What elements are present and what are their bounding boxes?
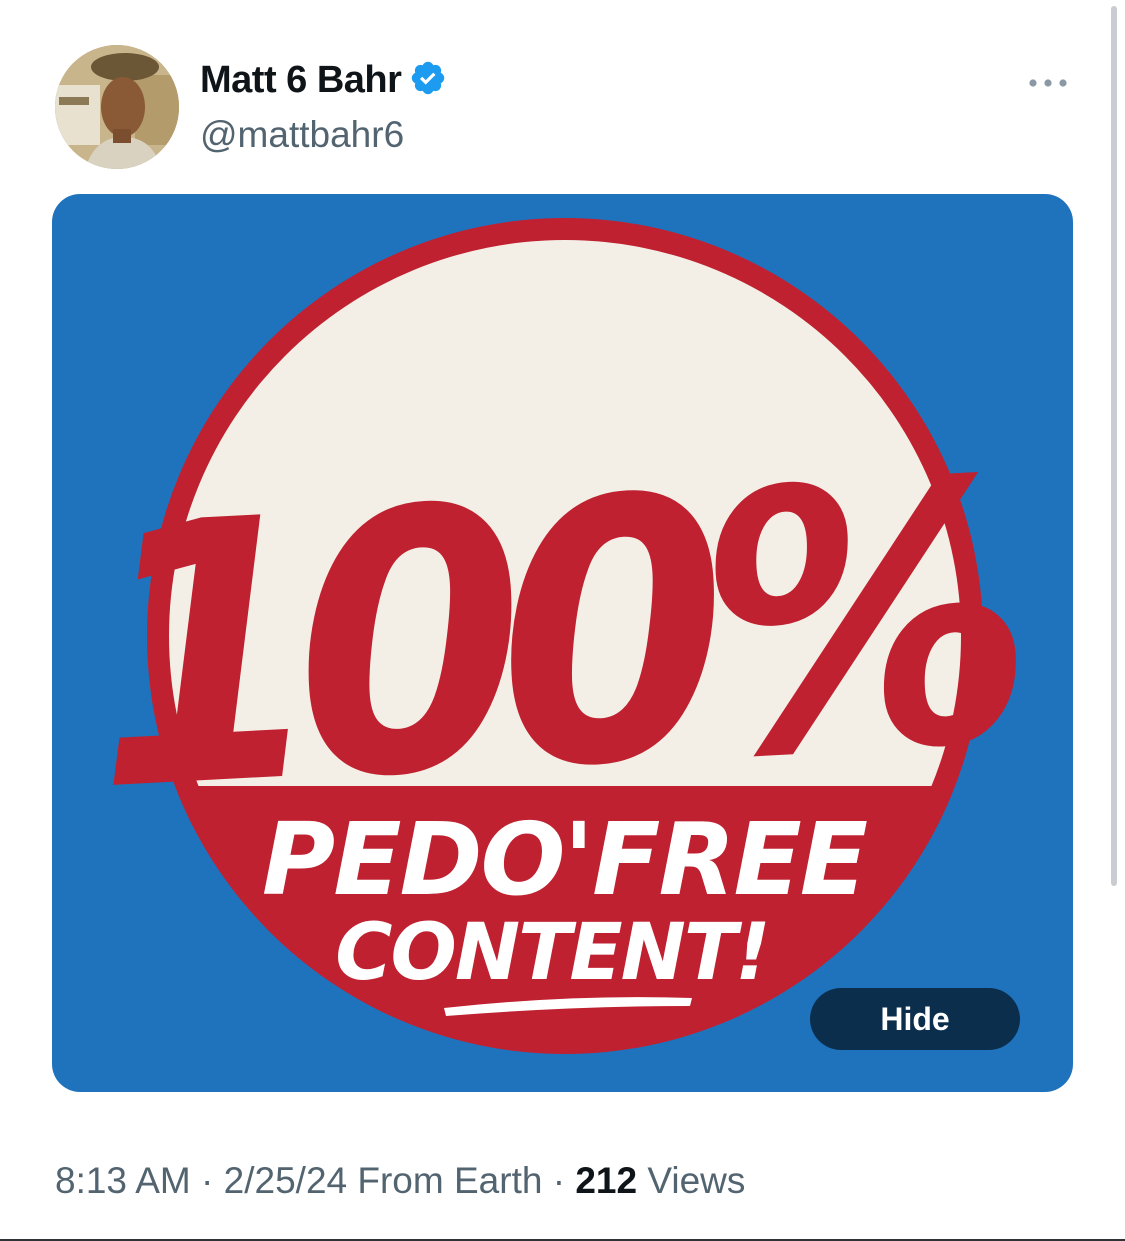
author-display-name[interactable]: Matt 6 Bahr <box>200 59 402 102</box>
tweet-time[interactable]: 8:13 AM <box>55 1160 191 1202</box>
tweet-source: From Earth <box>347 1160 543 1201</box>
badge-line1: PEDO'FREE <box>262 801 867 918</box>
avatar-image <box>55 45 179 169</box>
tweet-header: Matt 6 Bahr @mattbahr6 <box>55 45 1075 175</box>
views-label: Views <box>637 1160 746 1201</box>
meta-separator: · <box>542 1160 576 1201</box>
author-handle[interactable]: @mattbahr6 <box>200 114 447 156</box>
badge-image: 100% PEDO'FREE CONTENT! <box>82 218 1027 1054</box>
author-names: Matt 6 Bahr @mattbahr6 <box>200 59 447 156</box>
more-options-button[interactable] <box>1026 71 1070 95</box>
meta-separator: · <box>190 1160 224 1201</box>
avatar[interactable] <box>55 45 179 169</box>
hide-media-button[interactable]: Hide <box>810 988 1020 1050</box>
views-count[interactable]: 212 <box>575 1160 637 1202</box>
tweet-date[interactable]: 2/25/24 <box>224 1160 347 1202</box>
tweet-meta: 8:13 AM · 2/25/24 From Earth · 212 Views <box>55 1160 745 1202</box>
badge-line2: CONTENT! <box>335 908 768 998</box>
scrollbar[interactable] <box>1111 6 1117 886</box>
more-horizontal-icon <box>1029 79 1067 87</box>
tweet-media[interactable]: 100% PEDO'FREE CONTENT! Hide <box>52 194 1073 1092</box>
verified-badge-icon <box>409 59 447 102</box>
